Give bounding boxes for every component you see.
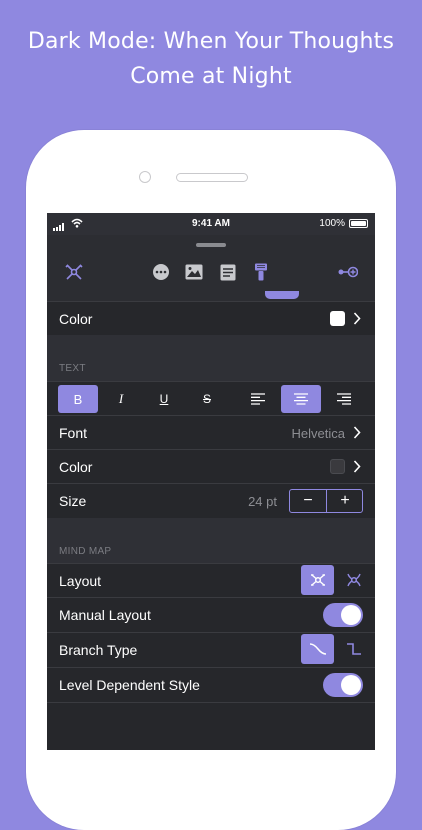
previous-setting-control[interactable]: [265, 291, 299, 299]
level-style-row: Level Dependent Style: [47, 667, 375, 702]
level-style-toggle[interactable]: [323, 673, 363, 697]
battery-percent: 100%: [319, 218, 345, 229]
align-left-icon: [251, 393, 265, 405]
underline-button[interactable]: U: [144, 385, 184, 413]
layout-right-tree-button[interactable]: [337, 565, 370, 595]
elbow-branch-icon: [346, 643, 361, 655]
connect-icon[interactable]: [337, 261, 359, 283]
text-color-label: Color: [59, 459, 93, 475]
status-bar: 9:41 AM 100%: [47, 213, 375, 235]
align-left-button[interactable]: [238, 385, 278, 413]
align-center-button[interactable]: [281, 385, 321, 413]
text-color-row[interactable]: Color: [47, 449, 375, 483]
chevron-right-icon: [353, 312, 361, 325]
manual-layout-label: Manual Layout: [59, 607, 151, 623]
manual-layout-toggle[interactable]: [323, 603, 363, 627]
format-brush-icon[interactable]: [250, 261, 272, 283]
size-row: Size 24 pt − +: [47, 483, 375, 518]
branch-elbow-button[interactable]: [337, 634, 370, 664]
align-center-icon: [294, 393, 308, 405]
more-icon[interactable]: [150, 261, 172, 283]
branch-type-label: Branch Type: [59, 642, 138, 658]
strikethrough-button[interactable]: S: [187, 385, 227, 413]
branch-curved-button[interactable]: [301, 634, 334, 664]
style-color-row[interactable]: Color: [47, 301, 375, 335]
mind-map-section-title: MIND MAP: [59, 546, 112, 557]
chevron-right-icon: [353, 426, 361, 439]
mindmap-layout-icon[interactable]: [63, 261, 85, 283]
bold-button[interactable]: B: [58, 385, 98, 413]
font-value: Helvetica: [291, 426, 345, 441]
tree-layout-icon: [346, 573, 361, 587]
size-decrease-button[interactable]: −: [290, 490, 326, 512]
front-camera: [139, 171, 151, 183]
size-label: Size: [59, 493, 87, 509]
font-row[interactable]: Font Helvetica: [47, 415, 375, 449]
align-right-icon: [337, 393, 351, 405]
mindmap-layout-icon: [310, 574, 325, 586]
headline-line-2: Come at Night: [130, 64, 292, 89]
toggle-knob: [341, 605, 361, 625]
headline: Dark Mode: When Your Thoughts Come at Ni…: [0, 24, 422, 94]
layout-row: Layout: [47, 563, 375, 597]
level-style-label: Level Dependent Style: [59, 677, 200, 693]
image-icon[interactable]: [183, 261, 205, 283]
text-section-header: TEXT: [47, 335, 375, 381]
text-color-swatch: [330, 459, 345, 474]
chevron-right-icon: [353, 460, 361, 473]
sheet-grabber[interactable]: [196, 243, 226, 247]
curved-branch-icon: [309, 643, 326, 655]
layout-label: Layout: [59, 573, 102, 589]
manual-layout-row: Manual Layout: [47, 597, 375, 632]
size-increase-button[interactable]: +: [327, 490, 363, 512]
branch-type-row: Branch Type: [47, 632, 375, 667]
text-format-row: B I U S: [47, 381, 375, 415]
toggle-knob: [341, 675, 361, 695]
italic-button[interactable]: I: [101, 385, 141, 413]
layout-mindmap-button[interactable]: [301, 565, 334, 595]
style-color-swatch: [330, 311, 345, 326]
align-right-button[interactable]: [324, 385, 364, 413]
battery-icon: [349, 219, 368, 228]
font-label: Font: [59, 425, 88, 441]
inspector-toolbar: [47, 251, 375, 293]
panel-bottom: [47, 702, 375, 750]
style-color-label: Color: [59, 311, 93, 327]
mind-map-section-header: MIND MAP: [47, 518, 375, 563]
notes-icon[interactable]: [217, 261, 239, 283]
size-value: 24 pt: [248, 494, 277, 509]
earpiece-speaker: [176, 173, 248, 182]
app-screen: 9:41 AM 100% Color TEXT B I U S Font Hel…: [47, 213, 375, 750]
size-stepper: − +: [289, 489, 363, 513]
text-section-title: TEXT: [59, 363, 86, 374]
headline-line-1: Dark Mode: When Your Thoughts: [27, 29, 395, 54]
